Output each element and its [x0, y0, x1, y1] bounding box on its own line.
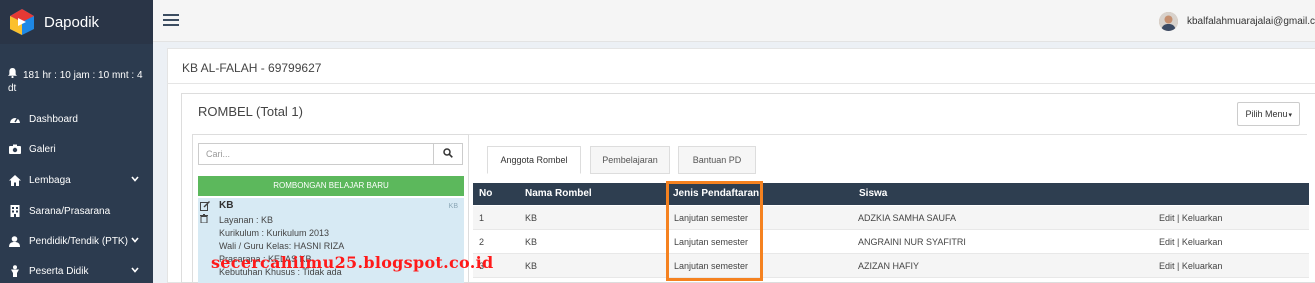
chevron-down-icon	[131, 235, 139, 246]
cell-rombel: KB	[525, 237, 538, 247]
edit-link[interactable]: Edit	[1159, 237, 1175, 247]
rombel-card-kurikulum: Kurikulum : Kurikulum 2013	[219, 228, 330, 238]
cell-rombel: KB	[525, 261, 538, 271]
dashboard-icon	[8, 113, 21, 126]
highlight-annotation	[666, 181, 763, 281]
sidebar-item-label: Peserta Didik	[29, 265, 89, 277]
page-title: KB AL-FALAH - 69799627	[182, 61, 322, 75]
keluarkan-link[interactable]: Keluarkan	[1182, 213, 1223, 223]
table-header: No Nama Rombel Jenis Pendaftaran Siswa	[473, 183, 1309, 205]
sidebar: Dapodik 181 hr : 10 jam : 10 mnt : 4 dt …	[0, 0, 153, 283]
sidebar-item-dashboard[interactable]: Dashboard	[0, 109, 153, 129]
chevron-down-icon	[131, 174, 139, 185]
brand[interactable]: Dapodik	[0, 0, 153, 44]
dapodik-logo-icon	[8, 8, 36, 36]
sidebar-item-label: Galeri	[29, 143, 56, 155]
divider	[168, 83, 1315, 84]
tab-anggota-rombel[interactable]: Anggota Rombel	[487, 146, 581, 174]
keluarkan-link[interactable]: Keluarkan	[1182, 261, 1223, 271]
cell-siswa: ADZKIA SAMHA SAUFA	[858, 213, 957, 223]
sidebar-item-peserta-didik[interactable]: Peserta Didik	[0, 261, 153, 281]
column-header-nama-rombel[interactable]: Nama Rombel	[525, 183, 592, 205]
rombel-title: ROMBEL (Total 1)	[198, 104, 303, 119]
column-header-no[interactable]: No	[479, 183, 492, 205]
cell-rombel: KB	[525, 213, 538, 223]
sidebar-item-lembaga[interactable]: Lembaga	[0, 170, 153, 190]
table-row: 1 KB Lanjutan semester ADZKIA SAMHA SAUF…	[473, 206, 1309, 230]
cell-actions: Edit | Keluarkan	[1159, 254, 1222, 278]
column-header-siswa[interactable]: Siswa	[859, 183, 887, 205]
brand-name: Dapodik	[44, 13, 100, 31]
rombel-card-wali: Wali / Guru Kelas: HASNI RIZA	[219, 241, 345, 251]
sidebar-item-label: Lembaga	[29, 174, 71, 186]
camera-icon	[8, 143, 21, 156]
topbar: kbalfalahmuarajalai@gmail.c	[153, 0, 1315, 42]
table-row: 3 KB Lanjutan semester AZIZAN HAFIY Edit…	[473, 254, 1309, 278]
action-separator: |	[1177, 261, 1180, 271]
sidebar-item-label: Pendidik/Tendik (PTK)	[29, 235, 128, 247]
sidebar-item-galeri[interactable]: Galeri	[0, 139, 153, 159]
pilih-menu-label: Pilih Menu	[1245, 109, 1288, 119]
edit-link[interactable]: Edit	[1159, 261, 1175, 271]
tab-pembelajaran[interactable]: Pembelajaran	[590, 146, 670, 174]
avatar	[1159, 12, 1178, 31]
search-input[interactable]: Cari...	[198, 143, 434, 165]
chevron-down-icon	[131, 265, 139, 276]
table-row: 2 KB Lanjutan semester ANGRAINI NUR SYAF…	[473, 230, 1309, 254]
edit-link[interactable]: Edit	[1159, 213, 1175, 223]
user-email: kbalfalahmuarajalai@gmail.c	[1187, 16, 1315, 27]
rombel-card-tag: KB	[448, 203, 458, 210]
user-menu[interactable]: kbalfalahmuarajalai@gmail.c	[1159, 12, 1315, 31]
student-icon	[8, 265, 21, 278]
tab-bantuan-pd[interactable]: Bantuan PD	[678, 146, 756, 174]
sidebar-item-label: Dashboard	[29, 113, 78, 125]
cell-siswa: AZIZAN HAFIY	[858, 261, 920, 271]
add-rombel-button[interactable]: ROMBONGAN BELAJAR BARU	[198, 176, 464, 196]
rombel-card-name: KB	[219, 200, 234, 211]
cell-no: 2	[479, 237, 485, 247]
search-button[interactable]	[433, 143, 463, 165]
session-timer: 181 hr : 10 jam : 10 mnt : 4 dt	[8, 68, 148, 95]
user-icon	[8, 235, 21, 248]
trash-icon[interactable]	[200, 214, 208, 225]
sidebar-item-ptk[interactable]: Pendidik/Tendik (PTK)	[0, 231, 153, 251]
cell-siswa: ANGRAINI NUR SYAFITRI	[858, 237, 966, 247]
menu-toggle-icon[interactable]	[163, 14, 179, 27]
rombel-card-layanan: Layanan : KB	[219, 215, 274, 225]
bell-icon	[8, 68, 17, 82]
timer-text: 181 hr : 10 jam : 10 mnt : 4 dt	[8, 70, 143, 94]
pilih-menu-button[interactable]: Pilih Menu▾	[1237, 102, 1300, 126]
search-icon	[443, 147, 453, 161]
watermark: secercahilmu25.blogspot.co.id	[211, 253, 494, 272]
caret-down-icon: ▾	[1288, 112, 1292, 119]
cell-actions: Edit | Keluarkan	[1159, 206, 1222, 230]
keluarkan-link[interactable]: Keluarkan	[1182, 237, 1223, 247]
building-icon	[8, 205, 21, 218]
home-icon	[8, 174, 21, 187]
cell-no: 1	[479, 213, 485, 223]
sidebar-item-label: Sarana/Prasarana	[29, 205, 111, 217]
action-separator: |	[1177, 237, 1180, 247]
cell-actions: Edit | Keluarkan	[1159, 230, 1222, 254]
action-separator: |	[1177, 213, 1180, 223]
sidebar-item-sarana[interactable]: Sarana/Prasarana	[0, 201, 153, 221]
edit-icon[interactable]	[200, 201, 210, 214]
